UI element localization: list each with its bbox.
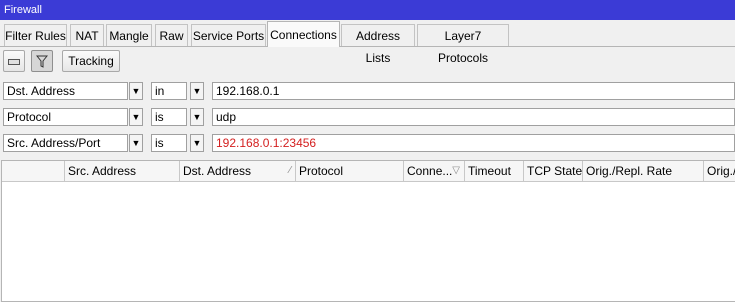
column-header-tcp-state[interactable]: TCP State [524,161,583,181]
filter-button[interactable] [31,50,53,72]
column-header-protocol[interactable]: Protocol [296,161,404,181]
tab-service-ports[interactable]: Service Ports [191,24,266,46]
tab-nat[interactable]: NAT [70,24,104,46]
filter-operator-select[interactable]: is [151,134,187,152]
tab-raw[interactable]: Raw [155,24,188,46]
chevron-down-icon[interactable]: ▼ [129,82,143,100]
column-header-src-address[interactable]: Src. Address [65,161,180,181]
filter-value-input[interactable]: udp [212,108,735,126]
chevron-down-icon[interactable]: ▼ [190,108,204,126]
tab-layer7-protocols[interactable]: Layer7 Protocols [417,24,509,65]
filter-row: Dst. Address ▼ in ▼ 192.168.0.1 [0,82,735,102]
filter-value-input[interactable]: 192.168.0.1:23456 [212,134,735,152]
chevron-down-icon[interactable]: ▼ [190,134,204,152]
tab-mangle[interactable]: Mangle [106,24,152,46]
connections-table[interactable]: Src. Address Dst. Address ⁄ Protocol Con… [1,160,735,302]
chevron-down-icon[interactable]: ▼ [190,82,204,100]
filter-row: Src. Address/Port ▼ is ▼ 192.168.0.1:234… [0,134,735,154]
sort-indicator-icon: ⁄ [289,165,291,176]
tracking-button[interactable]: Tracking [62,50,120,72]
filter-operator-select[interactable]: is [151,108,187,126]
filter-field-select[interactable]: Dst. Address [3,82,128,100]
column-header-orig-repl-rate[interactable]: Orig./Repl. Rate [583,161,704,181]
window-title: Firewall [0,0,735,20]
column-header[interactable] [2,161,65,181]
tab-bar: Filter Rules NAT Mangle Raw Service Port… [0,21,735,65]
column-header-timeout[interactable]: Timeout [465,161,524,181]
filter-row: Protocol ▼ is ▼ udp [0,108,735,128]
tab-address-lists[interactable]: Address Lists [341,24,415,65]
column-header-dst-address[interactable]: Dst. Address ⁄ [180,161,296,181]
filter-icon [35,55,49,69]
minus-icon [8,58,20,65]
tab-filter-rules[interactable]: Filter Rules [4,24,67,46]
toolbar: Tracking [0,49,735,77]
filter-field-select[interactable]: Protocol [3,108,128,126]
sort-indicator-icon: ▽ [452,165,460,176]
chevron-down-icon[interactable]: ▼ [129,134,143,152]
table-header: Src. Address Dst. Address ⁄ Protocol Con… [2,161,735,182]
filter-operator-select[interactable]: in [151,82,187,100]
filter-field-select[interactable]: Src. Address/Port [3,134,128,152]
filter-value-input[interactable]: 192.168.0.1 [212,82,735,100]
column-header-orig-repl[interactable]: Orig./R [704,161,735,181]
remove-button[interactable] [3,50,25,72]
chevron-down-icon[interactable]: ▼ [129,108,143,126]
column-header-connection[interactable]: Conne... ▽ [404,161,465,181]
tab-connections[interactable]: Connections [267,21,340,47]
